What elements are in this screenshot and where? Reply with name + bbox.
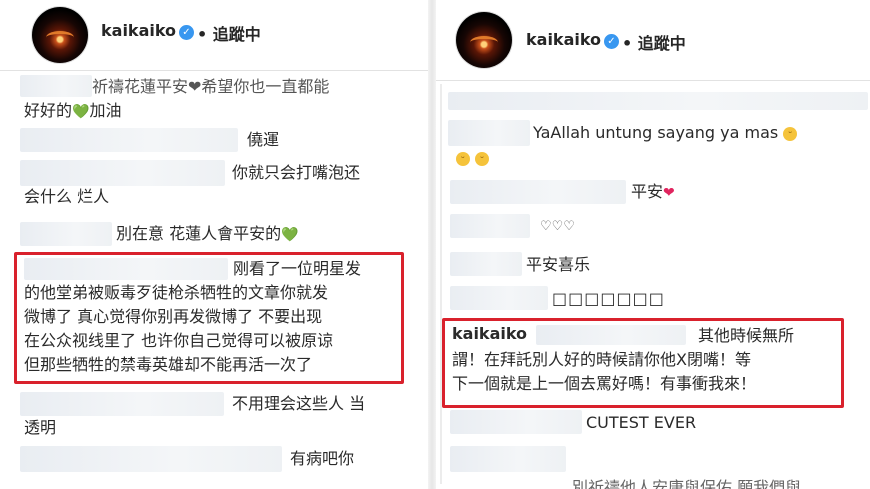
left-screenshot-panel: kaikaiko ✓ • 追蹤中 祈禱花蓮平安❤希望你也一直都能 好好的💚加油 … — [0, 0, 428, 489]
blurred-username — [450, 286, 548, 310]
comment-text: 微博了 真心觉得你别再发微博了 不要出现 — [24, 307, 323, 326]
scroll-track — [440, 84, 442, 484]
follow-status[interactable]: • 追蹤中 — [622, 30, 686, 54]
comment-text-part: 平安 — [631, 182, 664, 201]
profile-avatar[interactable] — [456, 12, 512, 68]
comment-text: □□□□□□□ — [552, 289, 665, 308]
comment-text: 僥運 — [247, 130, 280, 149]
smile-emoji-icon: ᵕ — [456, 151, 470, 166]
comment-text: 不用理会这些人 当 — [232, 394, 366, 413]
blurred-username — [450, 180, 626, 204]
comment-text: 但那些牺牲的禁毒英雄却不能再活一次了 — [24, 355, 313, 374]
heart-icon: ❤ — [663, 185, 675, 201]
comment-text: 其他時候無所 — [698, 326, 795, 345]
comment-text: 你就只会打嘴泡还 — [232, 163, 361, 182]
profile-username[interactable]: kaikaiko — [526, 30, 601, 49]
blurred-username — [20, 160, 225, 186]
comment-text-part: 別在意 花蓮人會平安的 — [116, 224, 282, 243]
blurred-username — [20, 222, 112, 246]
blurred-username — [20, 446, 282, 472]
right-screenshot-panel: kaikaiko ✓ • 追蹤中 YaAllah untung sayang y… — [436, 0, 870, 489]
green-heart-icon: 💚 — [72, 104, 90, 120]
panel-divider — [428, 0, 436, 489]
profile-header: kaikaiko ✓ • 追蹤中 — [436, 0, 870, 70]
profile-header: kaikaiko ✓ • 追蹤中 — [0, 0, 428, 70]
comment-text: CUTEST EVER — [586, 413, 697, 432]
blurred-username — [450, 410, 582, 434]
comment-text-part: 好好的 — [24, 101, 73, 120]
profile-avatar[interactable] — [32, 7, 88, 63]
blurred-username — [450, 214, 530, 238]
comment-text: 平安❤ — [631, 182, 675, 203]
comment-text: 好好的💚加油 — [24, 101, 121, 122]
comment-text: 平安喜乐 — [526, 255, 591, 274]
follow-status[interactable]: • 追蹤中 — [197, 21, 261, 45]
blurred-username — [20, 75, 92, 97]
blurred-username — [450, 446, 566, 472]
blurred-username — [20, 128, 238, 152]
blurred-username — [448, 120, 530, 146]
comment-text: YaAllah untung sayang ya mas ᵕ — [533, 123, 798, 143]
blurred-username — [450, 252, 522, 276]
blurred-username — [448, 92, 868, 110]
comment-text: 刚看了一位明星发 — [233, 259, 362, 278]
comment-text: 祈禱花蓮平安❤希望你也一直都能 — [92, 77, 330, 96]
comment-username[interactable]: kaikaiko — [452, 324, 527, 344]
smile-emoji-icon: ᵕ — [475, 151, 490, 166]
verified-badge-icon: ✓ — [604, 34, 619, 49]
comment-text: ♡♡♡ — [540, 219, 575, 234]
blurred-username — [20, 392, 224, 416]
emoji-row: ᵕ ᵕ — [456, 148, 490, 168]
comment-text: 透明 — [24, 418, 57, 437]
verified-badge-icon: ✓ — [179, 25, 194, 40]
profile-username[interactable]: kaikaiko — [101, 21, 176, 40]
header-divider — [436, 80, 870, 81]
comment-text: 有病吧你 — [290, 449, 355, 468]
comment-text: 的他堂弟被贩毒歹徒枪杀牺牲的文章你就发 — [24, 283, 329, 302]
comment-text: 在公众视线里了 也许你自己觉得可以被原谅 — [24, 331, 334, 350]
comment-text: 別在意 花蓮人會平安的💚 — [116, 224, 299, 245]
blurred-username — [24, 258, 228, 280]
blurred-username — [536, 325, 686, 345]
comment-text: 謂！在拜託別人好的時候請你他X閉嘴！等 — [452, 350, 751, 369]
comment-text: 会什么 烂人 — [24, 187, 110, 206]
comment-text: 別祈禱他人安康與保佑 願我們與 — [572, 478, 802, 489]
green-heart-icon: 💚 — [281, 227, 299, 243]
comment-text-part: YaAllah untung sayang ya mas — [533, 123, 779, 142]
header-divider — [0, 70, 428, 71]
comment-text-part: 加油 — [89, 101, 122, 120]
comment-text: 下一個就是上一個去罵好嗎！有事衝我來！ — [452, 374, 757, 393]
smile-emoji-icon: ᵕ — [783, 126, 798, 141]
